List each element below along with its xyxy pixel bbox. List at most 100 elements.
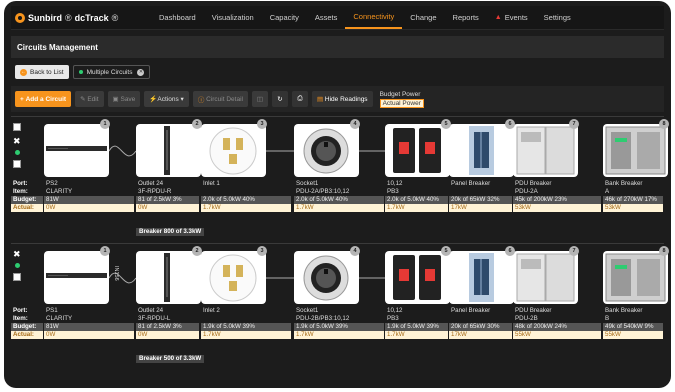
node-number-badge: 3 <box>257 119 267 129</box>
item-value: PB3 <box>387 188 399 195</box>
node-number-badge: 1 <box>100 246 110 256</box>
status-dot-icon <box>15 150 20 155</box>
chevron-down-icon: ▾ <box>178 96 184 103</box>
tab-multiple-circuits[interactable]: Multiple Circuits ✕ <box>72 65 151 79</box>
outlet-panel[interactable] <box>136 251 201 304</box>
nav-dashboard[interactable]: Dashboard <box>151 6 204 29</box>
item-value: PDU-2B/PB3:10,12 <box>296 315 350 322</box>
node-number-badge: 6 <box>505 119 515 129</box>
status-dot-icon <box>78 70 83 74</box>
delete-button[interactable]: ◫ <box>251 91 268 107</box>
lightning-icon: ⚡ <box>149 96 158 103</box>
select-checkbox[interactable] <box>13 123 21 131</box>
circuit-detail-button[interactable]: ⓘ Circuit Detail <box>192 91 248 107</box>
actual-value: 55kW <box>603 331 663 339</box>
refresh-icon: ↻ <box>277 96 283 103</box>
remove-circuit-icon[interactable]: ✖ <box>13 137 22 146</box>
pdu-cabinet[interactable] <box>513 124 578 177</box>
pdu-cabinet[interactable] <box>513 251 578 304</box>
nav-settings[interactable]: Settings <box>536 6 579 29</box>
back-to-list-label: Back to List <box>30 68 64 76</box>
edit-button[interactable]: ✎ Edit <box>75 91 104 107</box>
refresh-button[interactable]: ↻ <box>271 91 288 107</box>
remove-circuit-icon[interactable]: ✖ <box>13 250 22 259</box>
node-number-badge: 4 <box>350 119 360 129</box>
brand-name: Sunbird <box>28 12 62 23</box>
print-button[interactable]: ⎙ <box>291 91 308 107</box>
outlet-panel-icon <box>164 253 170 302</box>
outlet-panel[interactable] <box>136 124 201 177</box>
bell-icon: ▲ <box>494 14 502 21</box>
close-tab-icon[interactable]: ✕ <box>137 68 145 76</box>
bank-breaker-panel[interactable] <box>603 124 668 177</box>
breaker-rating: Breaker 500 of 3.3kW <box>136 355 205 363</box>
inlet-plug-icon <box>209 127 257 175</box>
panel-breaker[interactable] <box>449 251 514 304</box>
row-checkbox[interactable] <box>13 273 21 281</box>
circuit-block: ✖ 1 PS2 CLARITY 81W 0W 2 Outlet 24 3F-RPDU-R 81 o… <box>11 116 669 237</box>
nav-visualization[interactable]: Visualization <box>204 6 262 29</box>
budget-value: 45k of 200kW 23% <box>513 196 601 204</box>
bank-breaker-panel-icon <box>605 253 666 302</box>
app-logo[interactable]: Sunbird ® dcTrack ® <box>11 12 151 23</box>
top-nav: Sunbird ® dcTrack ® Dashboard Visualizat… <box>11 6 664 30</box>
budget-value: 81W <box>44 196 134 204</box>
row-checkbox[interactable] <box>13 160 21 168</box>
hide-readings-button[interactable]: ▤ Hide Readings <box>311 91 373 107</box>
circuit-breaker-readings: 10,12 PB3 2.0k of 5.0kW 40% 1.7kW <box>385 180 448 212</box>
actual-value: 0W <box>44 331 134 339</box>
actual-value: 0W <box>44 204 134 212</box>
socket-receptacle[interactable] <box>294 251 359 304</box>
port-value: Bank Breaker <box>605 180 643 187</box>
port-value: PDU Breaker <box>515 307 552 314</box>
node-number-badge: 1 <box>100 119 110 129</box>
nav-assets[interactable]: Assets <box>307 6 346 29</box>
port-value: Inlet 1 <box>203 180 220 187</box>
add-circuit-button[interactable]: + Add a Circuit <box>15 91 72 107</box>
circuit-breaker[interactable] <box>385 124 450 177</box>
node-number-badge: 7 <box>569 119 579 129</box>
port-value: Socket1 <box>296 307 319 314</box>
rack-pdu-strip-readings: PS2 CLARITY 81W 0W <box>44 180 134 212</box>
budget-power-legend: Budget Power <box>379 90 421 98</box>
circuit-breaker[interactable] <box>385 251 450 304</box>
panel-breaker[interactable] <box>449 124 514 177</box>
nav-connectivity[interactable]: Connectivity <box>345 6 403 29</box>
row-labels: Port: Item: Budget: Actual: <box>11 180 43 212</box>
nav-events[interactable]: ▲ Events <box>487 6 536 29</box>
node-number-badge: 4 <box>350 246 360 256</box>
port-value: 10,12 <box>387 307 403 314</box>
budget-value: 2.0k of 5.0kW 40% <box>294 196 384 204</box>
outlet-panel-readings: Outlet 24 3F-RPDU-L 81 of 2.5kW 3% 0W <box>136 307 199 339</box>
bank-breaker-panel[interactable] <box>603 251 668 304</box>
circuit-breaker-icon <box>393 255 441 300</box>
actual-label: Actual: <box>11 204 43 212</box>
nav-reports[interactable]: Reports <box>445 6 487 29</box>
rack-pdu-strip[interactable] <box>44 251 109 304</box>
tab-label: Multiple Circuits <box>86 68 133 76</box>
port-label: Port: <box>13 307 28 314</box>
node-number-badge: 5 <box>441 119 451 129</box>
inlet-plug[interactable] <box>201 251 266 304</box>
actual-value: 53kW <box>603 204 663 212</box>
actual-value: 1.7kW <box>385 204 448 212</box>
breaker-rating: Breaker 800 of 3.3kW <box>136 228 205 236</box>
back-to-list-button[interactable]: ← Back to List <box>15 65 69 79</box>
budget-value: 49k of 540kW 9% <box>603 323 663 331</box>
item-value: 3F-RPDU-L <box>138 315 171 322</box>
inlet-plug[interactable] <box>201 124 266 177</box>
nav-change[interactable]: Change <box>402 6 444 29</box>
rack-pdu-strip[interactable] <box>44 124 109 177</box>
save-button[interactable]: ▣ Save <box>107 91 141 107</box>
actual-value: 1.7kW <box>294 204 384 212</box>
budget-value: 2.0k of 5.0kW 40% <box>385 196 448 204</box>
budget-value: 81 of 2.5kW 3% <box>136 196 199 204</box>
actual-power-legend: Actual Power <box>379 98 424 108</box>
actions-dropdown[interactable]: ⚡ Actions ▾ <box>144 91 189 107</box>
nav-capacity[interactable]: Capacity <box>262 6 307 29</box>
budget-value: 2.0k of 5.0kW 40% <box>201 196 291 204</box>
tab-bar: ← Back to List Multiple Circuits ✕ <box>11 62 664 82</box>
item-value: PB3 <box>387 315 399 322</box>
status-dot-icon <box>15 263 20 268</box>
socket-receptacle[interactable] <box>294 124 359 177</box>
